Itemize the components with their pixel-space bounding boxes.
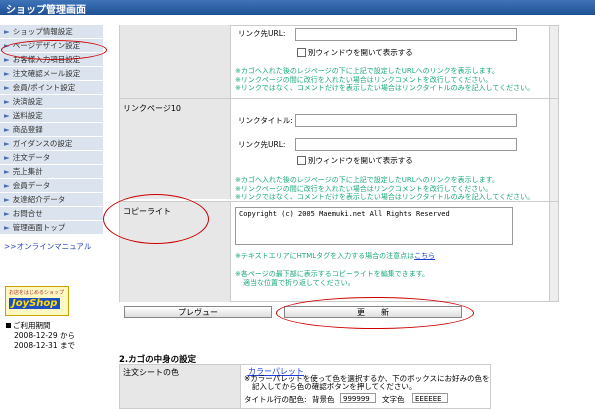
arrow-icon: ► <box>4 195 10 204</box>
link-notes: ※カゴへ入れた後のレジページの下に上記で設定したURLへのリンクを表示します。 … <box>235 67 535 92</box>
arrow-icon: ► <box>4 111 10 120</box>
row-label-cell: 注文シートの色 <box>120 365 241 408</box>
row-label-cell: リンクページ10 <box>120 99 231 199</box>
preview-button[interactable]: プレヴュー <box>124 306 272 318</box>
new-window-label: 別ウィンドウを開いて表示する <box>308 156 413 165</box>
copyright-textarea[interactable]: Copyright (c) 2005 Maemuki.net All Right… <box>235 207 513 245</box>
app-title: ショップ管理画面 <box>6 5 86 16</box>
sidebar-item-page-design[interactable]: ► ページデザイン設定 <box>0 39 103 53</box>
fg-color-label: 文字色 <box>382 395 405 404</box>
usage-period: ご利用期間 2008-12-29 から 2008-12-31 まで <box>6 321 75 351</box>
here-link[interactable]: こちら <box>414 252 435 260</box>
link-notes: ※カゴへ入れた後のレジページの下に上記で設定したURLへのリンクを表示します。 … <box>235 176 535 201</box>
row-label-cell: コピーライト <box>120 202 231 302</box>
new-window-label: 別ウィンドウを開いて表示する <box>308 48 413 57</box>
arrow-icon: ► <box>4 27 10 36</box>
app-header: ショップ管理画面 <box>0 0 595 16</box>
copyright-notes: ※各ページの最下部に表示するコピーライトを編集できます。 適当な位置で折り返して… <box>235 270 430 287</box>
arrow-icon: ► <box>4 153 10 162</box>
arrow-icon: ► <box>4 83 10 92</box>
arrow-icon: ► <box>4 55 10 64</box>
arrow-icon: ► <box>4 125 10 134</box>
arrow-icon: ► <box>4 167 10 176</box>
sidebar-item-referrals[interactable]: ► 友達紹介データ <box>0 193 103 207</box>
url-label: リンク先URL: <box>238 29 286 38</box>
settings-table: リンク先URL: 別ウィンドウを開いて表示する ※カゴへ入れた後のレジページの下… <box>119 25 559 302</box>
bg-color-input[interactable]: 999999 <box>340 393 376 403</box>
html-tag-note: ※テキストエリアにHTMLタグを入力する場合の注意点はこちら <box>235 252 436 260</box>
arrow-icon: ► <box>4 41 10 50</box>
sidebar-item-orders[interactable]: ► 注文データ <box>0 151 103 165</box>
sidebar-item-shipping[interactable]: ► 送料設定 <box>0 109 103 123</box>
new-window-checkbox[interactable] <box>297 48 306 57</box>
bg-color-label: 背景色 <box>312 395 335 404</box>
sidebar-item-payment[interactable]: ► 決済設定 <box>0 95 103 109</box>
arrow-icon: ► <box>4 223 10 232</box>
copyright-row: コピーライト Copyright (c) 2005 Maemuki.net Al… <box>120 201 558 302</box>
title-row-color-label: タイトル行の配色: <box>244 395 307 404</box>
new-window-checkbox[interactable] <box>297 156 306 165</box>
sidebar-item-contact[interactable]: ► お問合せ <box>0 207 103 221</box>
online-manual-link[interactable]: >>オンラインマニュアル <box>4 241 91 252</box>
sidebar-item-sales[interactable]: ► 売上集計 <box>0 165 103 179</box>
square-bullet-icon <box>6 323 11 328</box>
sidebar-item-members[interactable]: ► 会員データ <box>0 179 103 193</box>
sidebar-item-admin-top[interactable]: ► 管理画面トップ <box>0 221 103 235</box>
sidebar-item-order-mail[interactable]: ► 注文確認メール設定 <box>0 67 103 81</box>
sidebar-item-customer-fields[interactable]: ► お客様入力項目設定 <box>0 53 103 67</box>
sidebar-item-guidance[interactable]: ► ガイダンスの設定 <box>0 137 103 151</box>
update-button[interactable]: 更 新 <box>284 306 462 318</box>
link-url-input[interactable] <box>295 28 517 41</box>
sidebar: ► ショップ情報設定 ► ページデザイン設定 ► お客様入力項目設定 ► 注文確認メール… <box>0 25 103 235</box>
arrow-icon: ► <box>4 209 10 218</box>
cart-settings-table: 注文シートの色 カラーパレット ※カラーパレットを使って色を選択するか、下のボッ… <box>119 364 491 409</box>
link-page-10-row: リンクページ10 リンクタイトル: リンク先URL: 別ウィンドウを開いて表示す… <box>120 98 558 201</box>
link-url-input[interactable] <box>295 138 517 151</box>
url-label: リンク先URL: <box>238 140 286 149</box>
link-title-input[interactable] <box>295 114 517 127</box>
joyshop-logo[interactable]: お店をはじめるショップ JoyShop <box>5 286 69 316</box>
fg-color-input[interactable]: EEEEEE <box>412 393 448 403</box>
arrow-icon: ► <box>4 181 10 190</box>
arrow-icon: ► <box>4 139 10 148</box>
arrow-icon: ► <box>4 69 10 78</box>
link-title-label: リンクタイトル: <box>238 116 293 125</box>
sidebar-item-member-point[interactable]: ► 会員/ポイント設定 <box>0 81 103 95</box>
palette-description: ※カラーパレットを使って色を選択するか、下のボックスにお好みの色を 記入してから… <box>244 374 490 391</box>
arrow-icon: ► <box>4 97 10 106</box>
sidebar-item-products[interactable]: ► 商品登録 <box>0 123 103 137</box>
sidebar-item-shop-info[interactable]: ► ショップ情報設定 <box>0 25 103 39</box>
